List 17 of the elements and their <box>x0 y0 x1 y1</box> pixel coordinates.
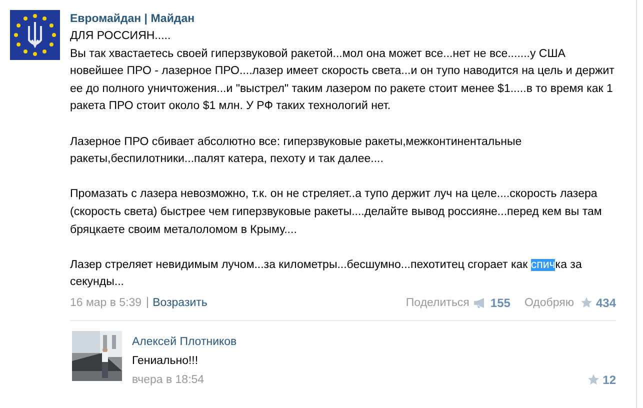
like-count: 434 <box>596 296 616 310</box>
post-date: 16 мар в 5:39 <box>70 296 142 308</box>
post-paragraph: Лазерное ПРО сбивает абсолютно все: гиперзвуковые ракеты,межконтинентальные ракеты,беспилотники...палят катера, пехоту и так далее.... <box>70 134 523 168</box>
post-paragraph: Вы так хвастаетесь своей гиперзвуковой ракетой...мол она может все...нет не все.......у США новейшее ПРО - лазерное ПРО....лазер имеет скорость света...и он тупо наводится на цель и держит ее до полного уничтожения...и "выстрел" таким лазером по ракете стоит менее $1.....в то время как 1 ракета ПРО стоит около $1 млн. У РФ таких технологий нет. <box>70 46 616 114</box>
author-name[interactable]: Евромайдан | Майдан <box>70 10 616 28</box>
comment-date: вчера в 18:54 <box>132 372 204 388</box>
share-count: 155 <box>490 296 510 310</box>
post-paragraph: Промазать с лазера невозможно, т.к. он не стреляет..а тупо держит луч на целе....скорость лазера (скорость света) быстрее чем гиперзвуковые ракеты....делайте вывод россияне...перед кем вы там бряцкаете своим металоломом в Крыму.... <box>70 187 603 238</box>
comment-like-count: 12 <box>602 372 616 388</box>
reply-link[interactable]: Возразить <box>152 296 208 308</box>
post-paragraph: Лазер стреляет невидимым лучом...за километры...бесшумно...пехотитец сгорает как спичка за секунды... <box>70 258 583 290</box>
post-headline: ДЛЯ РОССИЯН..... <box>70 29 172 44</box>
star-icon[interactable] <box>580 296 593 309</box>
commenter-name[interactable]: Алексей Плотников <box>132 334 616 350</box>
comment-text: Гениально!!! <box>132 354 200 368</box>
emblem-avatar[interactable] <box>10 10 60 60</box>
star-icon[interactable] <box>586 373 600 386</box>
